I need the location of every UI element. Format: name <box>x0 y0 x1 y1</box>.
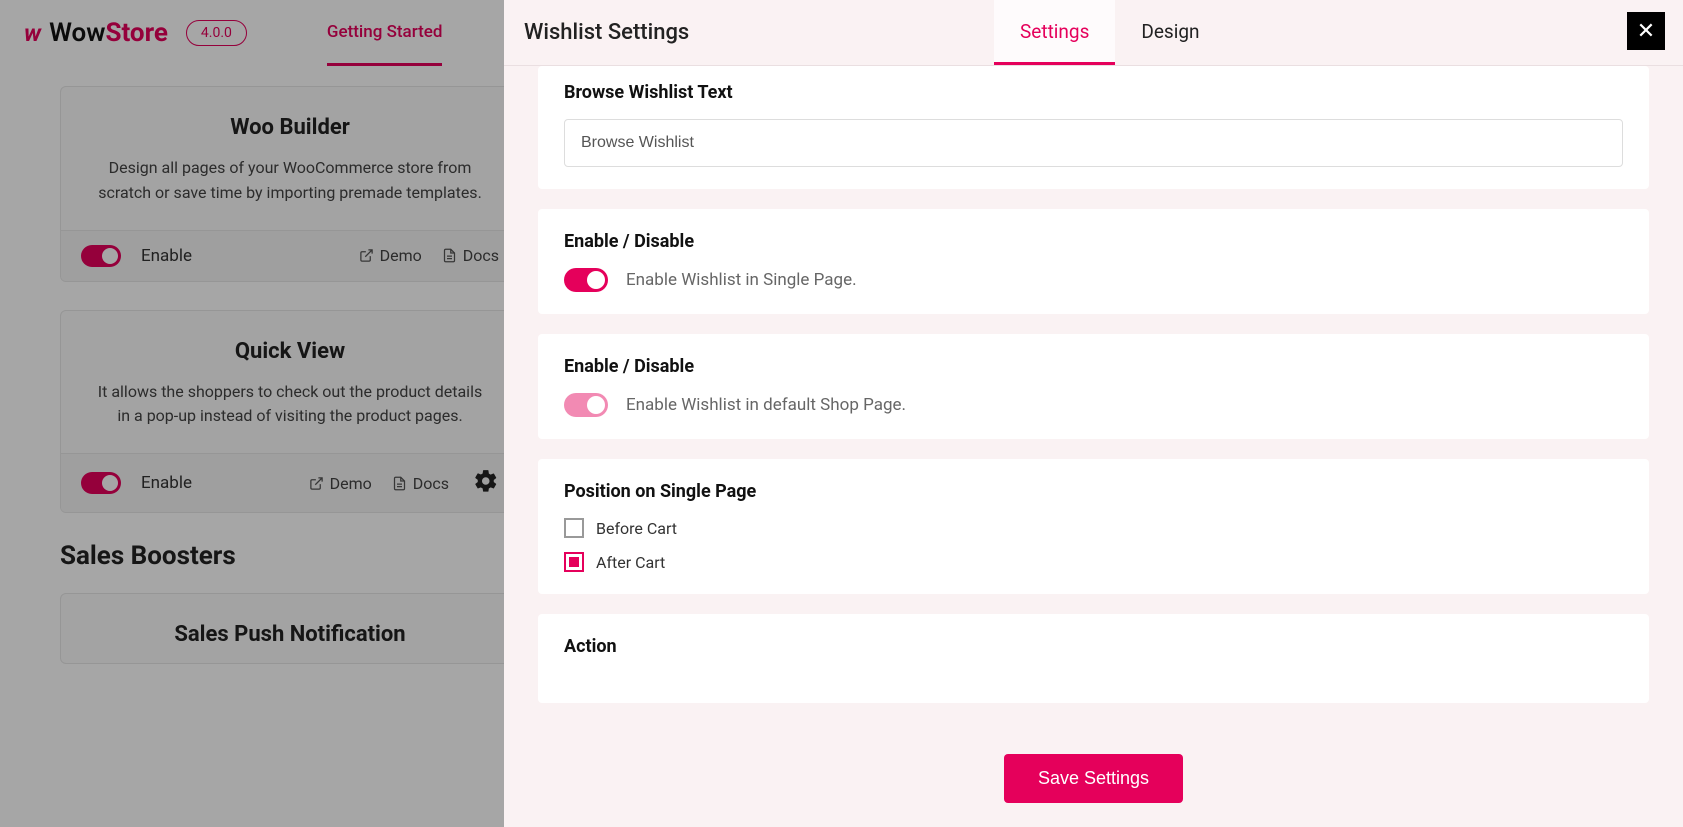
checkbox-icon <box>564 518 584 538</box>
panel-position: Position on Single Page Before Cart Afte… <box>538 459 1649 594</box>
checkbox-label: After Cart <box>596 553 665 572</box>
toggle-description: Enable Wishlist in default Shop Page. <box>626 395 906 415</box>
field-label: Browse Wishlist Text <box>564 82 1623 103</box>
browse-wishlist-text-input[interactable] <box>564 119 1623 167</box>
panel-shop-page-enable: Enable / Disable Enable Wishlist in defa… <box>538 334 1649 439</box>
panel-single-page-enable: Enable / Disable Enable Wishlist in Sing… <box>538 209 1649 314</box>
checkbox-icon <box>564 552 584 572</box>
modal-footer: Save Settings <box>504 737 1683 827</box>
field-label: Position on Single Page <box>564 481 1623 502</box>
position-before-cart[interactable]: Before Cart <box>564 518 1623 538</box>
modal-header: Wishlist Settings Settings Design ✕ <box>504 0 1683 66</box>
tab-settings[interactable]: Settings <box>994 0 1115 65</box>
checkbox-label: Before Cart <box>596 519 677 538</box>
panel-browse-text: Browse Wishlist Text <box>538 66 1649 189</box>
tab-design[interactable]: Design <box>1115 0 1225 65</box>
panel-action: Action <box>538 614 1649 703</box>
field-label: Enable / Disable <box>564 356 1623 377</box>
shop-page-toggle[interactable] <box>564 393 608 417</box>
modal-body: Browse Wishlist Text Enable / Disable En… <box>504 66 1683 737</box>
modal-tabs: Settings Design <box>994 0 1226 65</box>
toggle-description: Enable Wishlist in Single Page. <box>626 270 857 290</box>
wishlist-settings-modal: Wishlist Settings Settings Design ✕ Brow… <box>504 0 1683 827</box>
single-page-toggle[interactable] <box>564 268 608 292</box>
position-after-cart[interactable]: After Cart <box>564 552 1623 572</box>
field-label: Action <box>564 636 1623 657</box>
save-settings-button[interactable]: Save Settings <box>1004 754 1183 803</box>
close-icon: ✕ <box>1637 19 1655 44</box>
modal-title: Wishlist Settings <box>524 20 689 45</box>
close-button[interactable]: ✕ <box>1627 12 1665 50</box>
field-label: Enable / Disable <box>564 231 1623 252</box>
